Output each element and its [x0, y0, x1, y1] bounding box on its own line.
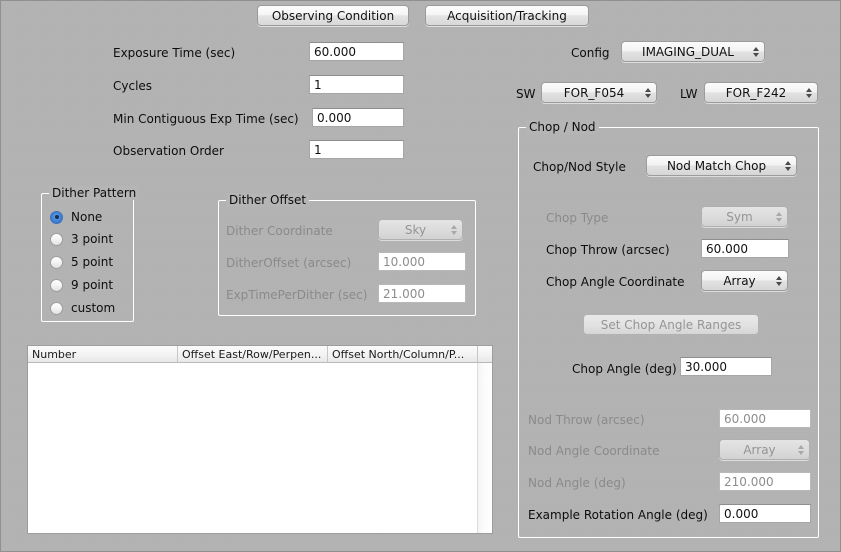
set-chop-angle-ranges-label: Set Chop Angle Ranges: [600, 317, 742, 332]
dither-offset-group-title: Dither Offset: [226, 193, 310, 207]
chevron-updown-icon: [644, 86, 651, 100]
exposure-time-label: Exposure Time (sec): [113, 46, 236, 60]
offset-table-body: [28, 363, 477, 533]
offset-table-header: Number Offset East/Row/Perpen... Offset …: [28, 346, 492, 363]
nod-angle-coordinate-select-value: Array: [743, 442, 776, 457]
chop-nod-style-select-value: Nod Match Chop: [666, 158, 767, 173]
radio-dither-9point-label: 9 point: [71, 278, 114, 292]
chevron-updown-icon: [450, 223, 457, 237]
radio-dot-icon: [50, 255, 63, 269]
radio-dot-icon: [50, 301, 63, 315]
lw-select[interactable]: FOR_F242: [704, 82, 818, 103]
radio-dither-5point-label: 5 point: [71, 255, 114, 269]
observing-condition-window: Observing Condition Acquisition/Tracking…: [0, 0, 841, 552]
radio-dither-3point[interactable]: 3 point: [50, 232, 113, 246]
chop-angle-coordinate-label: Chop Angle Coordinate: [546, 275, 685, 289]
sw-label: SW: [516, 87, 536, 101]
config-select[interactable]: IMAGING_DUAL: [621, 41, 765, 62]
dither-coordinate-select[interactable]: Sky: [378, 219, 463, 240]
chop-throw-label: Chop Throw (arcsec): [546, 243, 670, 257]
dither-coordinate-label: Dither Coordinate: [226, 224, 333, 238]
offset-table-scrollbar[interactable]: [477, 363, 492, 533]
nod-throw-input[interactable]: 60.000: [719, 409, 811, 428]
nod-angle-coordinate-select[interactable]: Array: [719, 439, 810, 460]
chop-type-label: Chop Type: [546, 211, 609, 225]
radio-dot-icon: [50, 210, 63, 224]
example-rotation-angle-input[interactable]: 0.000: [719, 504, 811, 523]
config-select-value: IMAGING_DUAL: [642, 44, 734, 59]
chop-angle-label: Chop Angle (deg): [572, 362, 677, 376]
cycles-input[interactable]: 1: [309, 75, 404, 94]
observation-order-input[interactable]: 1: [309, 140, 404, 159]
observation-order-label: Observation Order: [113, 144, 224, 158]
dither-offset-input[interactable]: 10.000: [378, 252, 466, 271]
radio-dither-none-label: None: [71, 210, 103, 224]
chop-angle-input[interactable]: 30.000: [680, 357, 772, 376]
chevron-updown-icon: [797, 443, 804, 457]
sw-select-value: FOR_F054: [563, 85, 625, 100]
nod-angle-input[interactable]: 210.000: [719, 472, 811, 491]
offset-table-col-offset-east[interactable]: Offset East/Row/Perpen...: [178, 346, 328, 362]
offset-table-col-offset-north[interactable]: Offset North/Column/P...: [328, 346, 478, 362]
dither-coordinate-select-value: Sky: [404, 222, 427, 237]
chevron-updown-icon: [775, 210, 782, 224]
radio-dither-3point-label: 3 point: [71, 232, 114, 246]
exptime-per-dither-label: ExpTimePerDither (sec): [226, 288, 368, 302]
radio-dot-icon: [50, 278, 63, 292]
chop-type-select-value: Sym: [726, 209, 753, 224]
chop-throw-input[interactable]: 60.000: [701, 239, 789, 258]
chop-nod-style-label: Chop/Nod Style: [533, 160, 626, 174]
min-contiguous-exp-time-label: Min Contiguous Exp Time (sec): [113, 112, 299, 126]
chop-nod-group-title: Chop / Nod: [526, 120, 599, 134]
nod-throw-label: Nod Throw (arcsec): [528, 413, 645, 427]
radio-dither-none[interactable]: None: [50, 210, 102, 224]
min-contiguous-exp-time-input[interactable]: 0.000: [312, 108, 404, 127]
dither-pattern-group-title: Dither Pattern: [49, 186, 140, 200]
offset-table-col-number[interactable]: Number: [28, 346, 178, 362]
nod-angle-coordinate-label: Nod Angle Coordinate: [528, 444, 660, 458]
chop-angle-coordinate-select-value: Array: [723, 273, 756, 288]
sw-select[interactable]: FOR_F054: [541, 82, 657, 103]
lw-select-value: FOR_F242: [725, 85, 787, 100]
lw-label: LW: [680, 87, 698, 101]
tab-observing-condition[interactable]: Observing Condition: [257, 5, 409, 26]
radio-dot-icon: [50, 232, 63, 246]
tab-acquisition-tracking[interactable]: Acquisition/Tracking: [425, 5, 589, 26]
chop-nod-style-select[interactable]: Nod Match Chop: [646, 155, 797, 176]
exposure-time-input[interactable]: 60.000: [309, 42, 404, 61]
radio-dither-custom-label: custom: [71, 301, 116, 315]
cycles-label: Cycles: [113, 79, 153, 93]
radio-dither-9point[interactable]: 9 point: [50, 278, 113, 292]
chop-type-select[interactable]: Sym: [701, 206, 788, 227]
exptime-per-dither-input[interactable]: 21.000: [378, 284, 466, 303]
chevron-updown-icon: [775, 274, 782, 288]
example-rotation-angle-label: Example Rotation Angle (deg): [528, 508, 708, 522]
dither-offset-label: DitherOffset (arcsec): [226, 256, 352, 270]
set-chop-angle-ranges-button[interactable]: Set Chop Angle Ranges: [583, 314, 759, 335]
tab-observing-condition-label: Observing Condition: [271, 8, 395, 23]
chevron-updown-icon: [805, 86, 812, 100]
chevron-updown-icon: [752, 45, 759, 59]
nod-angle-label: Nod Angle (deg): [528, 476, 626, 490]
offset-table[interactable]: Number Offset East/Row/Perpen... Offset …: [27, 345, 493, 534]
chop-angle-coordinate-select[interactable]: Array: [701, 270, 788, 291]
tab-acquisition-tracking-label: Acquisition/Tracking: [447, 8, 567, 23]
radio-dither-5point[interactable]: 5 point: [50, 255, 113, 269]
chevron-updown-icon: [784, 159, 791, 173]
radio-dither-custom[interactable]: custom: [50, 301, 115, 315]
config-label: Config: [571, 46, 610, 60]
